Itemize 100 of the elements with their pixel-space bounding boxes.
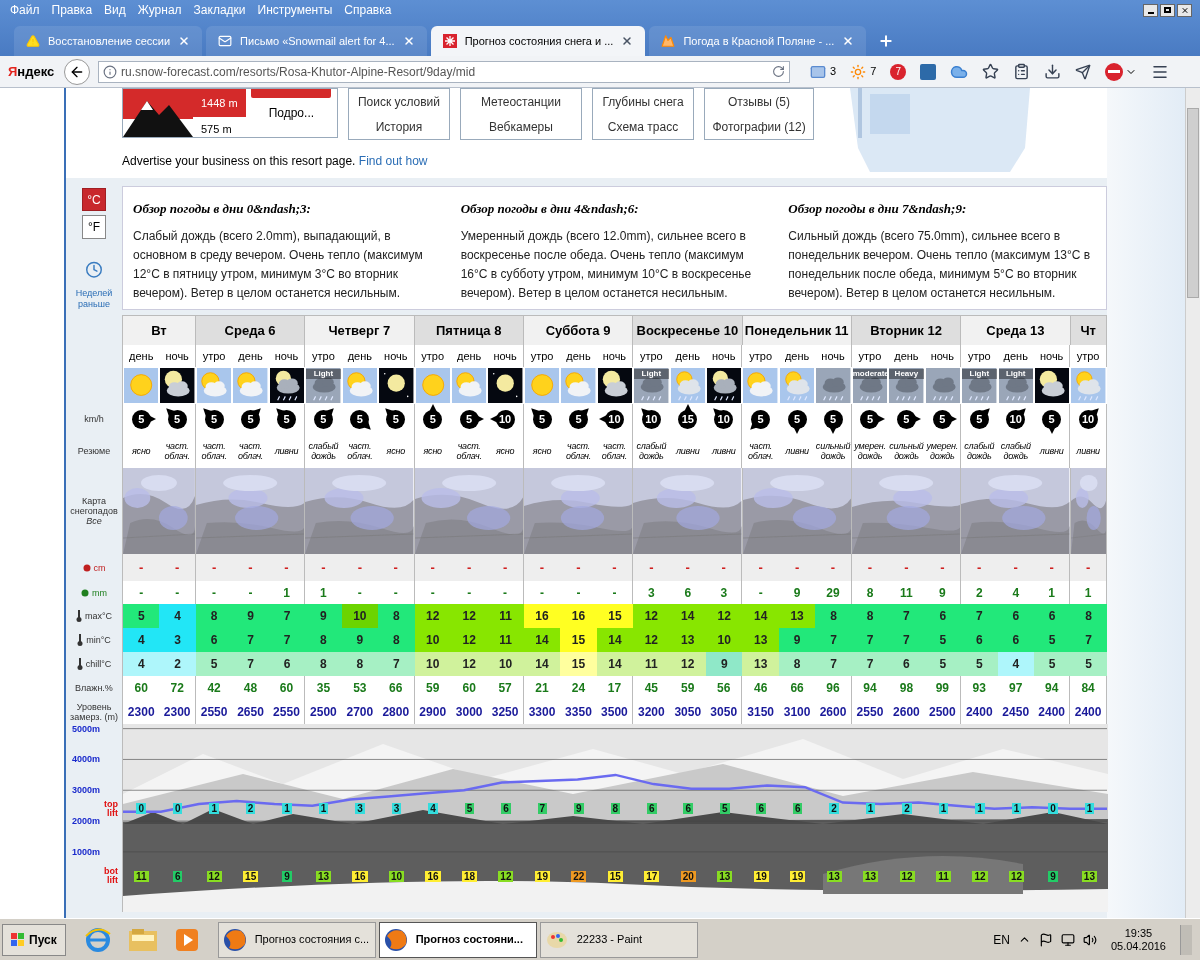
find-out-link[interactable]: Find out how bbox=[358, 154, 428, 168]
top-lift-badge: 5 bbox=[464, 803, 475, 814]
max-temp-cell: 16 bbox=[523, 604, 561, 628]
wind-speed: 5 bbox=[568, 409, 588, 429]
extension-icon[interactable] bbox=[920, 63, 937, 80]
humidity-value: 97 bbox=[1008, 680, 1024, 697]
nav-link[interactable]: Поиск условий bbox=[357, 92, 440, 111]
humidity-value: 35 bbox=[315, 680, 332, 697]
back-button[interactable] bbox=[64, 58, 90, 85]
start-button[interactable]: Пуск bbox=[2, 923, 66, 956]
download-icon[interactable] bbox=[1044, 63, 1062, 80]
period-label: утро bbox=[529, 348, 555, 364]
row-label: mm bbox=[92, 587, 107, 598]
freezing-level-value: 2600 bbox=[892, 704, 921, 721]
top-lift-badge: 6 bbox=[501, 803, 511, 814]
bot-lift-badge: 13 bbox=[1081, 871, 1097, 882]
nav-link[interactable]: Отзывы (5) bbox=[728, 92, 790, 111]
address-bar[interactable]: ru.snow-forecast.com/resorts/Rosa-Khutor-Alpine-Resort/9day/mid bbox=[98, 60, 790, 83]
max-temp-cell: 8 bbox=[195, 604, 233, 628]
max-temp-cell: 16 bbox=[560, 604, 597, 628]
min-temp-cell: 10 bbox=[414, 628, 451, 652]
mail-button[interactable]: 3 bbox=[810, 63, 837, 80]
min-temp-cell: 7 bbox=[232, 628, 269, 652]
max-temp-cell: 6 bbox=[1033, 604, 1071, 628]
bot-lift-badge: 13 bbox=[316, 871, 332, 882]
rain-value: 4 bbox=[1011, 584, 1021, 602]
period-label: день bbox=[237, 348, 264, 364]
max-temp-cell: 13 bbox=[778, 604, 816, 628]
browser-logo[interactable]: Яндекс bbox=[8, 61, 56, 82]
flag-icon[interactable] bbox=[1038, 932, 1053, 947]
max-temp-cell: 7 bbox=[888, 604, 925, 628]
top-lift-badge: 2 bbox=[829, 803, 839, 814]
summary-text: умерен. дождь bbox=[853, 440, 887, 463]
more-link[interactable]: Подро... bbox=[268, 104, 315, 122]
taskbar-button[interactable]: Прогноз состояния с... bbox=[217, 921, 376, 958]
volume-icon[interactable] bbox=[1082, 932, 1097, 947]
send-icon[interactable] bbox=[1075, 63, 1092, 80]
bot-lift-badge: 12 bbox=[206, 871, 222, 882]
humidity-value: 53 bbox=[352, 680, 368, 697]
language-indicator[interactable]: EN bbox=[993, 930, 1010, 949]
day-header: Вт bbox=[123, 316, 196, 345]
min-temp-cell: 15 bbox=[560, 628, 597, 652]
chill-temp-cell: 7 bbox=[232, 652, 269, 676]
wind-speed: 5 bbox=[787, 409, 807, 429]
chill-temp-cell: 9 bbox=[706, 652, 743, 676]
min-temp-cell: 13 bbox=[742, 628, 779, 652]
nav-link[interactable]: Глубины снега bbox=[602, 92, 684, 111]
freezing-level-value: 3050 bbox=[673, 704, 703, 721]
close-icon[interactable] bbox=[402, 35, 415, 47]
taskbar-button[interactable]: 22233 - Paint bbox=[539, 921, 698, 958]
close-icon[interactable] bbox=[178, 35, 191, 47]
close-icon[interactable] bbox=[621, 35, 634, 47]
top-lift-badge: 0 bbox=[172, 803, 183, 814]
clock-icon[interactable] bbox=[85, 260, 103, 278]
top-lift-badge: 1 bbox=[282, 803, 292, 814]
nav-link[interactable]: Схема трасс bbox=[607, 117, 679, 136]
humidity-value: 60 bbox=[133, 680, 149, 697]
unit-toggle[interactable]: °F bbox=[82, 215, 106, 239]
day-header: Понедельник 11 bbox=[742, 316, 852, 345]
restore-icon[interactable] bbox=[1160, 3, 1175, 17]
min-temp-cell: 4 bbox=[123, 628, 160, 652]
snow-value: - bbox=[538, 558, 546, 577]
media-player-icon[interactable] bbox=[173, 926, 200, 953]
humidity-value: 42 bbox=[206, 680, 222, 697]
chill-temp-cell: 14 bbox=[523, 652, 561, 676]
snow-value: - bbox=[138, 558, 145, 577]
top-lift-badge: 6 bbox=[683, 803, 694, 814]
adblock-icon[interactable] bbox=[1105, 62, 1124, 81]
humidity-value: 48 bbox=[242, 680, 259, 697]
notification-badge[interactable]: 7 bbox=[890, 63, 907, 80]
nav-link[interactable]: История bbox=[375, 117, 423, 136]
weather-button[interactable]: 7 bbox=[850, 63, 877, 80]
unit-toggle[interactable]: °C bbox=[82, 188, 106, 212]
reload-icon[interactable] bbox=[772, 65, 785, 78]
summary-text: ясно bbox=[131, 445, 152, 458]
close-icon[interactable] bbox=[1177, 3, 1192, 17]
period-label: день bbox=[128, 348, 155, 364]
clock[interactable]: 19:35 05.04.2016 bbox=[1110, 926, 1166, 953]
minimize-icon[interactable] bbox=[1143, 3, 1158, 17]
min-temp-cell: 6 bbox=[961, 628, 998, 652]
taskbar-button[interactable]: Прогноз состояни... bbox=[378, 921, 537, 958]
browser-tab[interactable]: Прогноз состояния снега и ... bbox=[430, 26, 646, 56]
period-label: день bbox=[346, 348, 373, 364]
bookmark-star-icon[interactable] bbox=[982, 63, 1000, 80]
nav-link[interactable]: Фотографии (12) bbox=[712, 117, 806, 136]
nav-link[interactable]: Вебкамеры bbox=[489, 117, 553, 136]
nav-link[interactable]: Метеостанции bbox=[480, 92, 562, 111]
rain-value: - bbox=[356, 584, 363, 602]
bot-lift-badge: 12 bbox=[972, 871, 988, 882]
summary-text: част. облач. bbox=[455, 440, 483, 463]
earlier-link[interactable]: Неделей раньше bbox=[66, 288, 122, 310]
close-icon[interactable] bbox=[842, 35, 855, 47]
summary-text: част. облач. bbox=[200, 440, 228, 463]
bot-lift-label: bot lift bbox=[103, 867, 118, 885]
reading-list-icon[interactable] bbox=[1013, 63, 1031, 80]
freezing-level-value: 2650 bbox=[236, 704, 265, 721]
network-icon[interactable] bbox=[1060, 932, 1075, 947]
summary-text: ясно bbox=[422, 445, 443, 458]
intensity-label: Light bbox=[306, 369, 341, 379]
chill-temp-cell: 5 bbox=[924, 652, 962, 676]
